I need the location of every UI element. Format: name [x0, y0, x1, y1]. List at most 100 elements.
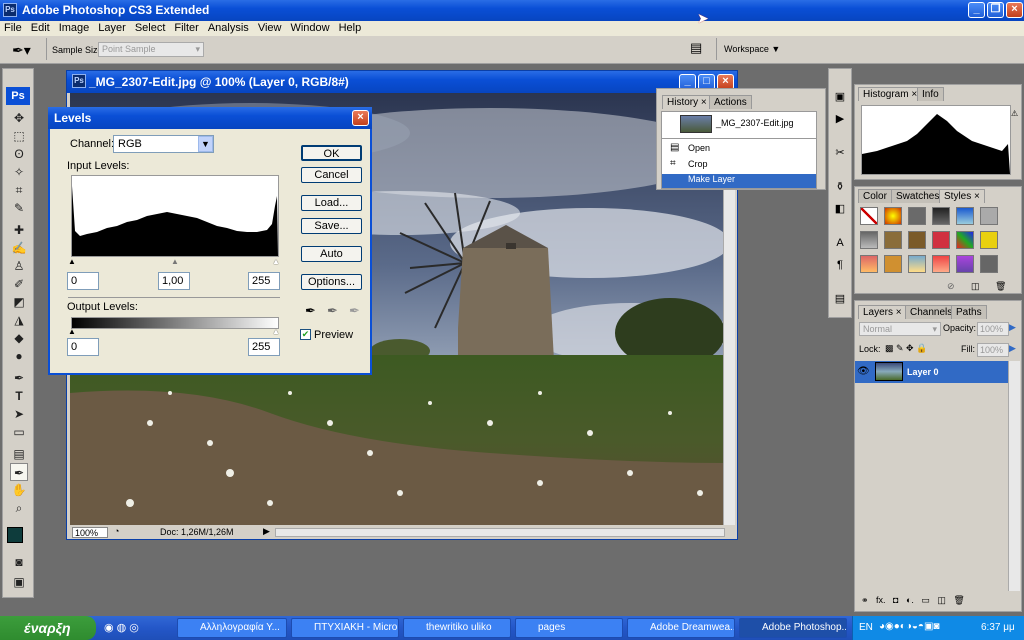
save-button[interactable]: Save...	[301, 218, 362, 234]
style-swatch[interactable]	[956, 231, 974, 249]
opacity-field[interactable]: 100%	[977, 322, 1009, 336]
menu-image[interactable]: Image	[55, 21, 95, 34]
ok-button[interactable]: OK	[301, 145, 362, 161]
tab-layers[interactable]: Layers ×	[858, 305, 907, 319]
restore-button[interactable]: ❐	[987, 2, 1004, 18]
notes-tool-icon[interactable]: ▤	[10, 445, 28, 463]
task-folder-uliko[interactable]: thewritiko uliko	[403, 618, 511, 638]
style-swatch[interactable]	[932, 255, 950, 273]
paint-bucket-icon[interactable]: ◮	[10, 311, 28, 329]
trash-icon[interactable]: 🗑	[995, 281, 1006, 292]
tab-channels[interactable]: Channels	[905, 305, 958, 319]
foreground-color-swatch[interactable]	[7, 527, 23, 543]
levels-close-button[interactable]: ×	[352, 110, 369, 126]
output-white-slider-icon[interactable]: ▲	[272, 327, 280, 336]
style-swatch[interactable]	[932, 207, 950, 225]
marquee-tool-icon[interactable]: ⬚	[10, 127, 28, 145]
style-swatch[interactable]	[884, 231, 902, 249]
dodge-tool-icon[interactable]: ●	[10, 347, 28, 365]
gray-eyedropper-icon[interactable]: ✒	[327, 303, 338, 319]
channel-select[interactable]: RGB ▼	[113, 135, 214, 153]
sample-size-select[interactable]: Point Sample ▾	[98, 42, 204, 57]
crop-tool-icon[interactable]: ⌗	[10, 181, 28, 199]
actions-play-icon[interactable]: ▶	[832, 111, 848, 127]
eyedropper-tool-icon[interactable]: ✒▾	[12, 42, 31, 59]
tab-info[interactable]: Info	[917, 87, 944, 101]
task-folder-pages[interactable]: pages	[515, 618, 623, 638]
tab-color[interactable]: Color	[858, 189, 892, 203]
auto-button[interactable]: Auto	[301, 246, 362, 262]
input-white-field[interactable]: 255	[248, 272, 280, 290]
menu-edit[interactable]: Edit	[27, 21, 55, 34]
type-tool-icon[interactable]: T	[10, 387, 28, 405]
menu-analysis[interactable]: Analysis	[204, 21, 254, 34]
task-photoshop[interactable]: Adobe Photoshop...	[739, 618, 847, 638]
layers-scrollbar[interactable]	[1008, 361, 1020, 591]
tab-history[interactable]: History ×	[662, 95, 712, 109]
input-black-slider-icon[interactable]: ▲	[68, 257, 76, 266]
load-button[interactable]: Load...	[301, 195, 362, 211]
style-swatch[interactable]	[860, 255, 878, 273]
start-button[interactable]: έναρξη	[0, 616, 96, 640]
black-eyedropper-icon[interactable]: ✒	[305, 303, 316, 319]
tools-icon[interactable]: ✂	[832, 145, 848, 161]
layer-name[interactable]: Layer 0	[907, 367, 939, 377]
navigator-icon[interactable]: ▣	[832, 89, 848, 105]
style-swatch[interactable]	[980, 255, 998, 273]
tab-paths[interactable]: Paths	[951, 305, 987, 319]
eyedropper-icon[interactable]: ✒	[10, 463, 28, 481]
menu-file[interactable]: File	[0, 21, 27, 34]
brushes-icon[interactable]: ⚱	[832, 179, 848, 195]
output-black-field[interactable]: 0	[67, 338, 99, 356]
tab-swatches[interactable]: Swatches	[891, 189, 945, 203]
style-swatch[interactable]	[860, 231, 878, 249]
tab-actions[interactable]: Actions	[709, 95, 752, 109]
horizontal-scrollbar[interactable]	[275, 528, 725, 537]
options-button[interactable]: Options...	[301, 274, 362, 290]
input-black-field[interactable]: 0	[67, 272, 99, 290]
style-none[interactable]	[860, 207, 878, 225]
task-dreamweaver[interactable]: Adobe Dreamwea...	[627, 618, 735, 638]
output-black-slider-icon[interactable]: ▲	[68, 327, 76, 336]
output-white-field[interactable]: 255	[248, 338, 280, 356]
hand-tool-icon[interactable]: ✋	[10, 481, 28, 499]
history-item-make-layer[interactable]: Make Layer	[662, 174, 816, 188]
clone-source-icon[interactable]: ◧	[832, 201, 848, 217]
style-swatch[interactable]	[956, 207, 974, 225]
blur-tool-icon[interactable]: ◆	[10, 329, 28, 347]
style-swatch[interactable]	[908, 231, 926, 249]
input-gamma-field[interactable]: 1,00	[158, 272, 190, 290]
brush-tool-icon[interactable]: ✍	[10, 239, 28, 257]
blend-mode-select[interactable]: Normal ▾	[859, 322, 941, 336]
tab-styles[interactable]: Styles ×	[939, 189, 985, 203]
preview-checkbox[interactable]: ✔	[300, 329, 311, 340]
style-swatch[interactable]	[884, 255, 902, 273]
white-eyedropper-icon[interactable]: ✒	[349, 303, 360, 319]
menu-layer[interactable]: Layer	[94, 21, 131, 34]
cancel-button[interactable]: Cancel	[301, 167, 362, 183]
shape-tool-icon[interactable]: ▭	[10, 423, 28, 441]
style-swatch[interactable]	[980, 231, 998, 249]
menu-window[interactable]: Window	[286, 21, 334, 34]
history-brush-icon[interactable]: ✐	[10, 275, 28, 293]
history-item-open[interactable]: Open	[688, 143, 710, 153]
warning-icon[interactable]: ⚠	[1011, 109, 1018, 118]
screen-mode-icon[interactable]: ▣	[10, 573, 28, 591]
fill-arrow-icon[interactable]: ▶	[1009, 343, 1016, 354]
style-swatch[interactable]	[956, 255, 974, 273]
close-button[interactable]: ×	[1006, 2, 1023, 18]
healing-brush-icon[interactable]: ✚	[10, 221, 28, 239]
slice-tool-icon[interactable]: ✎	[10, 199, 28, 217]
tray-icons[interactable]: ◕◉●◐◑◒◓▣◙	[879, 621, 939, 632]
new-style-icon[interactable]: ◫	[971, 281, 980, 292]
snapshot-label[interactable]: _MG_2307-Edit.jpg	[716, 118, 794, 128]
magic-wand-icon[interactable]: ✧	[10, 163, 28, 181]
menu-view[interactable]: View	[254, 21, 287, 34]
history-item-crop[interactable]: Crop	[688, 159, 708, 169]
input-white-slider-icon[interactable]: ▲	[272, 257, 280, 266]
clear-style-icon[interactable]: ⊘	[947, 281, 955, 292]
zoom-tool-icon[interactable]: ⌕	[10, 499, 28, 517]
move-tool-icon[interactable]: ✥	[10, 109, 28, 127]
task-mail[interactable]: Αλληλογραφία Υ...	[177, 618, 287, 638]
character-icon[interactable]: A	[832, 235, 848, 251]
